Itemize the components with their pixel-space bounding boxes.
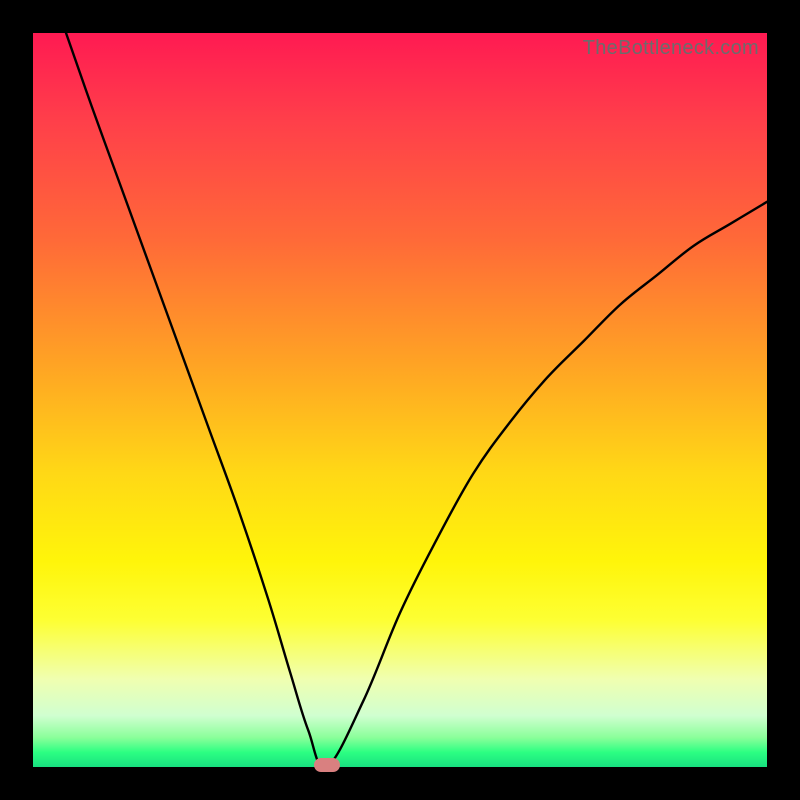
- optimal-point-marker: [314, 758, 340, 772]
- chart-container: TheBottleneck.com: [0, 0, 800, 800]
- bottleneck-curve: [33, 33, 767, 767]
- plot-area: TheBottleneck.com: [33, 33, 767, 767]
